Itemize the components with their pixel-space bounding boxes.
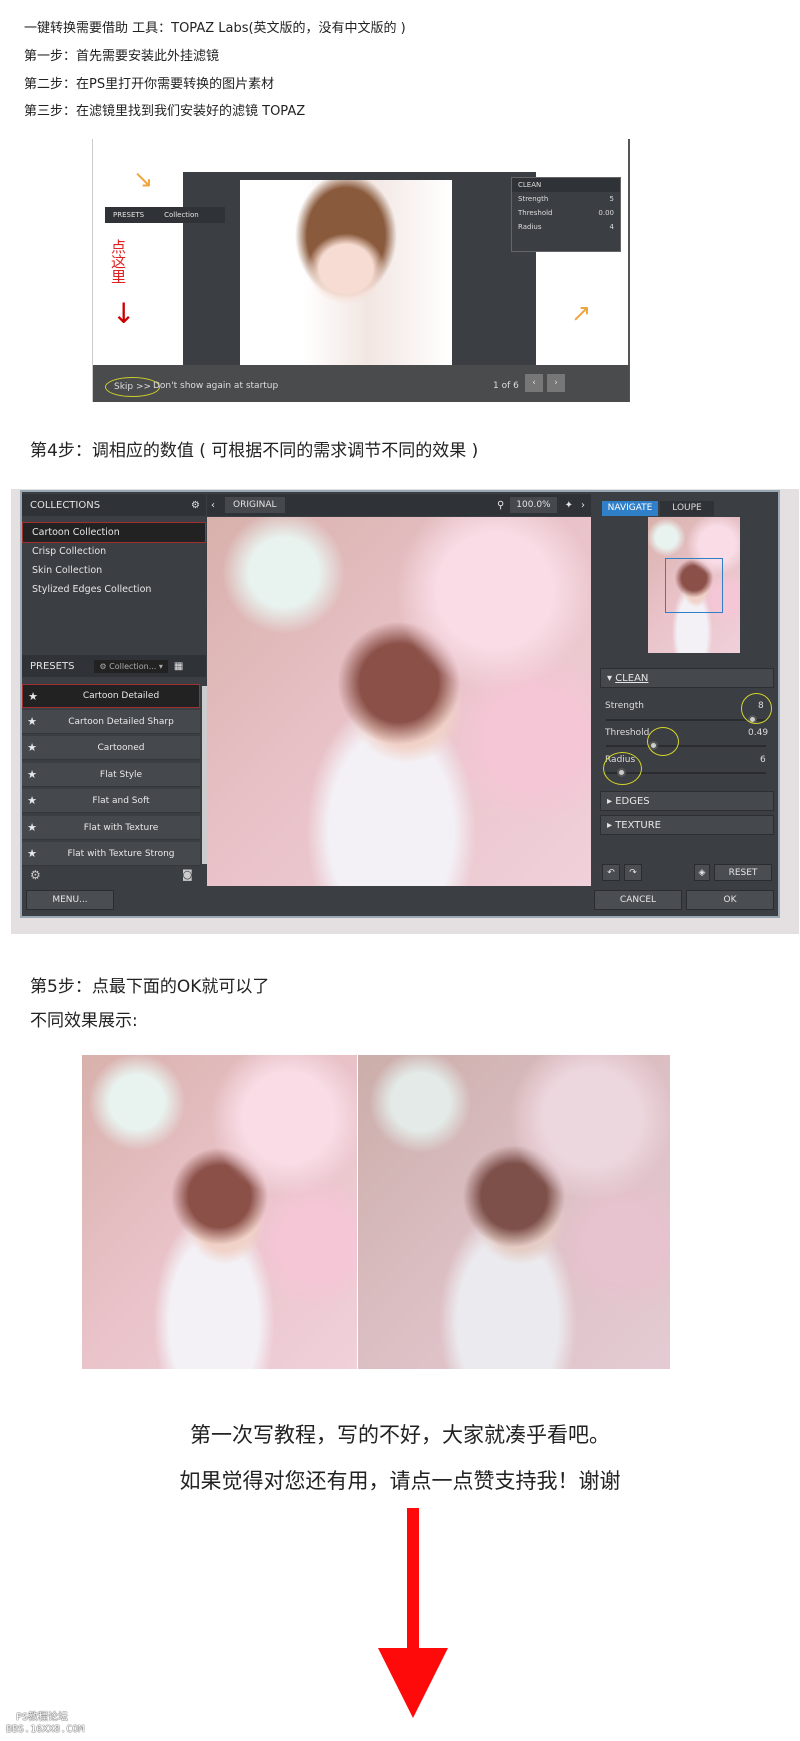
collection-item[interactable]: Skin Collection	[32, 565, 102, 576]
threshold-slider[interactable]	[606, 745, 766, 747]
threshold-label: Threshold	[518, 209, 553, 217]
reset-button[interactable]: RESET	[714, 864, 772, 881]
texture-section[interactable]: ▸ TEXTURE	[600, 815, 774, 835]
bulb-icon[interactable]: ✦	[565, 500, 573, 511]
strength-label: Strength	[605, 701, 644, 711]
highlight-circle	[603, 752, 642, 785]
gear-icon[interactable]: ⚙	[191, 500, 200, 511]
undo-button[interactable]: ↶	[602, 864, 620, 881]
collections-title: COLLECTIONS	[30, 499, 101, 511]
step-1: 第一步：首先需要安装此外挂滤镜	[24, 49, 220, 64]
clean-section[interactable]: ▾ CLEAN	[600, 668, 774, 688]
preset-item[interactable]: ★ Flat with Texture Strong	[22, 842, 200, 866]
presets-title: PRESETS	[30, 660, 75, 672]
menu-button[interactable]: MENU...	[26, 890, 114, 910]
threshold-value: 0.00	[598, 209, 614, 217]
viewport-box[interactable]	[665, 558, 723, 613]
next-button[interactable]: ›	[547, 374, 565, 392]
preset-item[interactable]: ★ Cartooned	[22, 736, 200, 760]
results-label: 不同效果展示:	[30, 1011, 138, 1031]
mini-app	[183, 172, 536, 365]
star-icon: ★	[27, 741, 37, 754]
arrow-icon: ↗	[571, 299, 592, 327]
dont-show-checkbox[interactable]: Don't show again at startup	[153, 381, 278, 391]
zoom-level[interactable]: 100.0%	[510, 497, 557, 513]
star-icon: ★	[27, 794, 37, 807]
star-icon: ★	[27, 821, 37, 834]
cancel-button[interactable]: CANCEL	[594, 890, 682, 910]
navigator-thumbnail[interactable]	[648, 517, 740, 653]
radius-value: 4	[609, 223, 614, 231]
click-here-label: 点这里	[109, 239, 127, 284]
navigate-tab[interactable]: NAVIGATE	[602, 501, 658, 516]
portrait-image	[240, 180, 452, 365]
prev-button[interactable]: ‹	[525, 374, 543, 392]
collection-item[interactable]: Stylized Edges Collection	[32, 584, 151, 595]
ok-button[interactable]: OK	[686, 890, 774, 910]
image-toolbar: ‹ ORIGINAL ⚲ 100.0% ✦ ›	[207, 494, 591, 516]
star-icon: ★	[27, 768, 37, 781]
result-image-1	[82, 1055, 357, 1369]
radius-label: Radius	[518, 223, 542, 231]
chevron-right-icon[interactable]: ›	[581, 500, 585, 511]
loupe-tab[interactable]: LOUPE	[660, 501, 714, 516]
presets-dropdown[interactable]: ⚙ Collection... ▾	[94, 659, 168, 673]
startup-screenshot: ↘ ↗ PRESETS Collection CLEAN Strength 5 Th…	[92, 139, 630, 402]
strength-value: 5	[609, 195, 614, 203]
collection-item[interactable]: Cartoon Collection	[32, 527, 120, 538]
step-5: 第5步：点最下面的OK就可以了	[30, 977, 270, 997]
threshold-value: 0.49	[748, 728, 769, 738]
preset-item[interactable]: ★ Flat and Soft	[22, 789, 200, 813]
collection-dropdown: Collection	[164, 211, 199, 219]
closing-line-2: 如果觉得对您还有用，请点一点赞支持我！谢谢	[179, 1469, 621, 1493]
preset-gear-icon[interactable]: ⚙	[30, 868, 41, 882]
page-indicator: 1 of 6	[493, 381, 519, 391]
result-image-2	[358, 1055, 670, 1369]
preset-item[interactable]: ★ Cartoon Detailed	[22, 684, 200, 708]
step-2: 第二步：在PS里打开你需要转换的图片素材	[24, 77, 275, 92]
preset-item[interactable]: ★ Flat Style	[22, 763, 200, 787]
closing-line-1: 第一次写教程，写的不好，大家就凑乎看吧。	[190, 1423, 610, 1447]
skip-button[interactable]: Skip >>	[105, 377, 161, 397]
highlight-circle	[741, 693, 772, 724]
original-button[interactable]: ORIGINAL	[225, 497, 285, 513]
presets-label: PRESETS	[113, 211, 145, 219]
threshold-label: Threshold	[605, 728, 650, 738]
preset-save-button[interactable]: ◈	[694, 864, 710, 881]
step-3: 第三步：在滤镜里找到我们安装好的滤镜 TOPAZ	[24, 104, 306, 119]
preset-item[interactable]: ★ Cartoon Detailed Sharp	[22, 710, 200, 734]
camera-icon[interactable]: ◙	[182, 868, 193, 881]
radius-value: 6	[760, 755, 766, 765]
star-icon: ★	[28, 689, 38, 703]
search-icon[interactable]: ⚲	[497, 500, 504, 511]
star-icon: ★	[27, 847, 37, 860]
arrow-icon: ↘	[133, 165, 154, 193]
strength-label: Strength	[518, 195, 549, 203]
intro-line: 一键转换需要借助 工具：TOPAZ Labs(英文版的，没有中文版的 )	[24, 21, 406, 36]
bottom-bar: Skip >> Don't show again at startup 1 of…	[93, 365, 629, 402]
down-arrow-icon	[378, 1508, 448, 1718]
down-arrow-icon: ↓	[112, 297, 136, 330]
chevron-left-icon[interactable]: ‹	[211, 500, 215, 511]
collections-header: COLLECTIONS ⚙	[22, 494, 206, 516]
presets-header: PRESETS ⚙ Collection... ▾ ▦	[22, 655, 206, 677]
step-4: 第4步：调相应的数值 ( 可根据不同的需求调节不同的效果 )	[30, 441, 479, 461]
presets-callout: PRESETS Collection	[105, 207, 225, 223]
star-icon: ★	[27, 715, 37, 728]
strength-slider[interactable]	[606, 719, 766, 721]
preview-image	[207, 517, 591, 886]
clean-callout: CLEAN Strength 5 Threshold 0.00 Radius 4	[511, 177, 621, 252]
redo-button[interactable]: ↷	[624, 864, 642, 881]
preset-item[interactable]: ★ Flat with Texture	[22, 816, 200, 840]
highlight-circle	[647, 727, 679, 756]
grid-icon[interactable]: ▦	[174, 661, 183, 672]
edges-section[interactable]: ▸ EDGES	[600, 791, 774, 811]
watermark: PS教程论坛 BBS.16XX8.COM	[6, 1712, 85, 1735]
clean-header: CLEAN	[512, 178, 620, 192]
collection-item[interactable]: Crisp Collection	[32, 546, 106, 557]
